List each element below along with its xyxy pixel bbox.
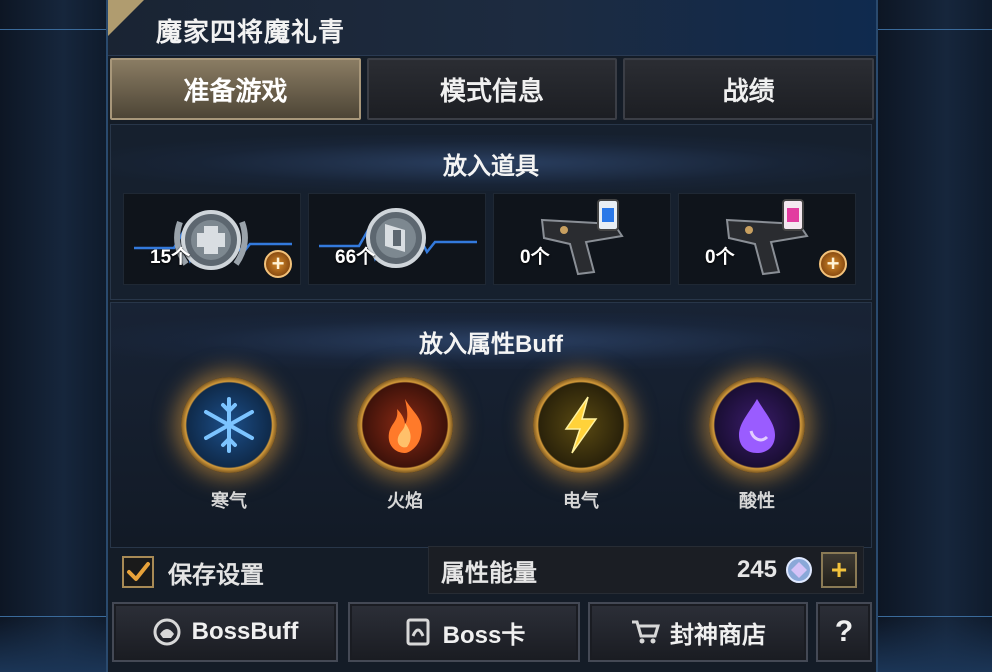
armor-icon [319,208,477,268]
energy-label: 属性能量 [441,559,537,587]
energy-gem-icon [786,557,812,583]
buff-label: 寒气 [211,491,247,511]
check-icon [127,562,150,581]
tab-record[interactable]: 战绩 [623,58,875,120]
right-frame [876,0,992,672]
acid-drop-icon [709,377,805,473]
flame-icon [357,377,453,473]
item-slot-blue-injector[interactable]: 0个 [493,193,671,285]
mode-panel: 魔家四将魔礼青 准备游戏 模式信息 战绩 放入道具 15个 + 66个 0个 0… [108,0,876,672]
boss-card-label: Boss卡 [442,621,526,649]
help-button[interactable]: ? [816,602,872,662]
item-count: 15个 [150,247,191,268]
save-settings-label: 保存设置 [168,561,264,589]
title-bar: 魔家四将魔礼青 [108,0,876,56]
page-title: 魔家四将魔礼青 [156,17,346,47]
add-item-button[interactable]: + [264,250,292,278]
boss-card-button[interactable]: Boss卡 [348,602,580,662]
bottom-toolbar: BossBuff Boss卡 封神商店 ? [112,602,872,662]
item-slot-medkit[interactable]: 15个 + [123,193,301,285]
attribute-energy-bar: 属性能量 245 + [428,546,864,594]
buff-label: 电气 [563,491,599,511]
boss-card-icon [403,617,433,647]
item-count: 0个 [520,247,550,268]
snowflake-icon [181,377,277,473]
add-item-button[interactable]: + [819,250,847,278]
buff-fire[interactable]: 火焰 [345,373,465,523]
cart-icon [630,617,660,647]
lightning-icon [533,377,629,473]
shop-button[interactable]: 封神商店 [588,602,808,662]
help-label: ? [834,615,854,648]
tab-bar: 准备游戏 模式信息 战绩 [110,58,875,120]
buff-label: 火焰 [387,491,423,511]
boss-helmet-icon [152,617,182,647]
tab-prepare-game[interactable]: 准备游戏 [110,58,361,120]
buff-label: 酸性 [739,491,775,511]
energy-value: 245 [736,556,777,583]
shop-label: 封神商店 [670,621,766,649]
items-section: 放入道具 15个 + 66个 0个 0个 + [110,124,872,300]
item-count: 0个 [705,247,735,268]
buff-heading: 放入属性Buff [111,313,871,369]
add-energy-button[interactable]: + [821,552,857,588]
buff-cold[interactable]: 寒气 [169,373,289,523]
item-slot-pink-injector[interactable]: 0个 + [678,193,856,285]
blue-injector-gun-icon [540,199,624,276]
buff-section: 放入属性Buff 寒气 火焰 电气 酸性 [110,302,872,548]
boss-buff-label: BossBuff [191,618,299,645]
item-count: 66个 [335,247,376,268]
save-settings[interactable]: 保存设置 [122,554,264,590]
buff-acid[interactable]: 酸性 [697,373,817,523]
tab-mode-info[interactable]: 模式信息 [366,58,618,120]
save-settings-checkbox[interactable] [122,556,154,588]
boss-buff-button[interactable]: BossBuff [112,602,338,662]
left-frame [0,0,108,672]
buff-electric[interactable]: 电气 [521,373,641,523]
items-heading: 放入道具 [111,135,871,191]
item-slot-armor[interactable]: 66个 [308,193,486,285]
